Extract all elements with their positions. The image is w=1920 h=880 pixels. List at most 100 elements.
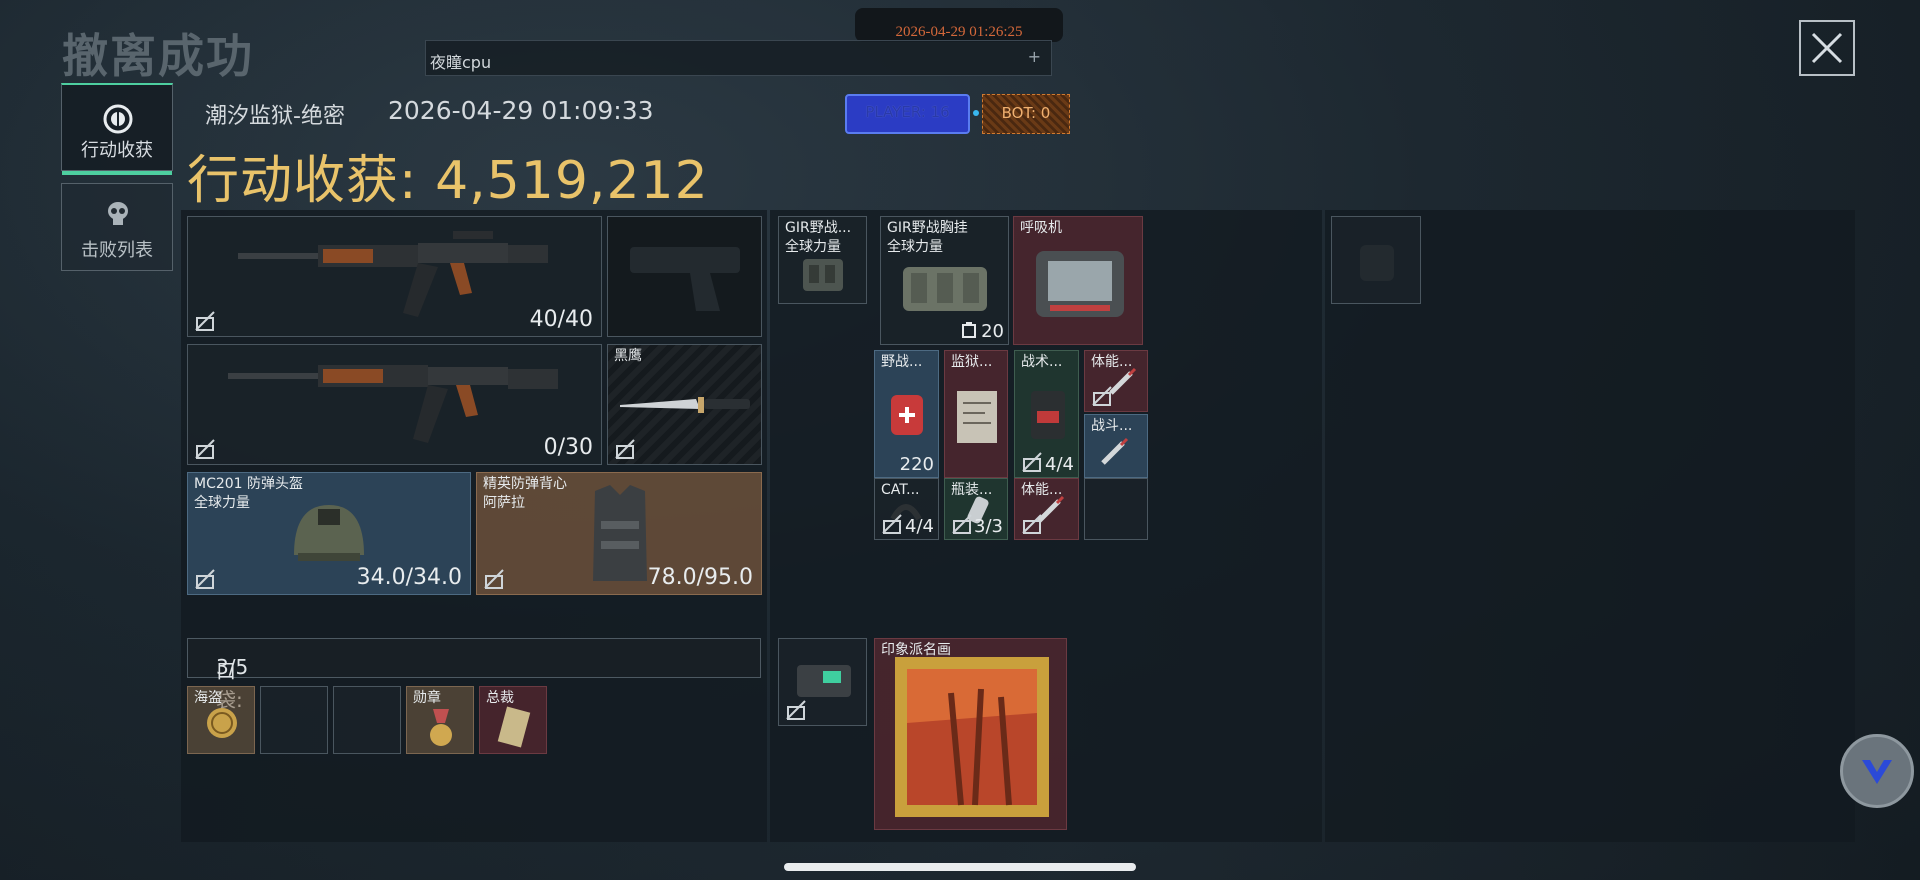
- harvest-label: 行动收获:: [187, 151, 418, 211]
- pocket-count: 3/5: [216, 655, 249, 679]
- unlocked-icon: [1022, 452, 1042, 472]
- active-indicator: [62, 171, 172, 175]
- helmet-slot[interactable]: MC201 防弹头盔 全球力量 34.0/34.0: [187, 472, 471, 595]
- pocket-item[interactable]: 总裁: [479, 686, 547, 754]
- player-count-badge: PLAYER: 16: [845, 94, 970, 134]
- respirator-name: 呼吸机: [1020, 220, 1062, 236]
- painting-slot[interactable]: 印象派名画: [874, 638, 1067, 830]
- chest-rig-name: GIR野战胸挂: [887, 220, 968, 236]
- bot-count-badge: BOT: 0: [982, 94, 1070, 134]
- capacity-icon: [962, 322, 976, 338]
- rig-cell[interactable]: CAT... 4/4: [874, 478, 939, 540]
- chest-rig-small-name: GIR野战...: [785, 220, 852, 236]
- rig-cell[interactable]: 战术... 4/4: [1014, 350, 1079, 478]
- page-title: 撤离成功: [62, 29, 254, 83]
- rig-cell-name: 监狱...: [951, 354, 993, 370]
- pocket-item[interactable]: 勋章: [406, 686, 474, 754]
- unlocked-icon: [1092, 386, 1112, 406]
- rig-cell[interactable]: 体能...: [1084, 350, 1148, 412]
- helmet-durability: 34.0/34.0: [356, 565, 462, 590]
- rig-cell[interactable]: 监狱...: [944, 350, 1008, 478]
- backpack-panel: [1325, 210, 1855, 842]
- melee-slot[interactable]: 黑鹰: [607, 344, 762, 465]
- rig-cell[interactable]: 瓶装... 3/3: [944, 478, 1008, 540]
- unlocked-icon: [1022, 514, 1042, 534]
- secure-container-slot[interactable]: [1331, 216, 1421, 304]
- unlocked-icon: [882, 514, 902, 534]
- pocket-empty-slot[interactable]: [333, 686, 401, 754]
- home-indicator[interactable]: [784, 863, 1136, 871]
- primary-weapon-slot[interactable]: 40/40: [187, 216, 602, 337]
- system-clock: 2026-04-29 01:26:25: [855, 8, 1063, 42]
- syringe-icon: [1101, 437, 1129, 465]
- v-logo-icon: [1862, 760, 1892, 784]
- unlocked-icon: [195, 311, 215, 331]
- unlocked-icon: [195, 569, 215, 589]
- knife-icon: [620, 397, 750, 413]
- rig-cell-name: 战斗...: [1091, 418, 1133, 434]
- close-icon: [1811, 32, 1843, 64]
- unlocked-icon: [786, 700, 806, 720]
- armor-origin: 阿萨拉: [483, 495, 525, 511]
- painting-icon: [895, 657, 1049, 817]
- unlocked-icon: [615, 439, 635, 459]
- tab-harvest-label: 行动收获: [81, 140, 153, 161]
- rifle-icon: [238, 231, 548, 317]
- search-value: 夜瞳cpu: [430, 53, 492, 72]
- armor-durability: 78.0/95.0: [647, 565, 753, 590]
- map-name: 潮汐监狱-绝密: [205, 104, 345, 129]
- tab-harvest[interactable]: 行动收获: [61, 83, 173, 175]
- pocket-header: 口袋: 3/5: [187, 638, 761, 712]
- pocket-item[interactable]: 海盗: [187, 686, 255, 754]
- vest-icon: [593, 485, 647, 581]
- pocket-item-name: 总裁: [486, 690, 514, 706]
- rig-cell[interactable]: 战斗...: [1084, 414, 1148, 478]
- pocket-item-name: 勋章: [413, 690, 441, 706]
- search-field[interactable]: 夜瞳cpu +: [425, 40, 1052, 76]
- helmet-name: MC201 防弹头盔: [194, 476, 304, 492]
- assistant-badge[interactable]: [1840, 734, 1914, 808]
- target-icon: [103, 104, 133, 134]
- chest-rig-slot[interactable]: GIR野战胸挂 全球力量 20: [880, 216, 1009, 345]
- chest-rig-icon: [803, 259, 843, 291]
- rig-empty-cell[interactable]: [1084, 478, 1148, 540]
- rig-cell-count: 220: [899, 454, 934, 475]
- rig-cell-name: 野战...: [881, 354, 923, 370]
- secondary-weapon-slot[interactable]: 0/30: [187, 344, 602, 465]
- respirator-slot[interactable]: 呼吸机: [1013, 216, 1143, 345]
- pocket-item-name: 海盗: [194, 690, 222, 706]
- armor-name: 精英防弹背心: [483, 476, 567, 492]
- first-aid-pouch-icon: [1031, 391, 1065, 439]
- skull-icon: [108, 202, 128, 225]
- chest-rig-capacity: 20: [981, 321, 1004, 342]
- plus-icon[interactable]: +: [1028, 47, 1041, 66]
- pistol-silhouette-icon: [630, 247, 740, 311]
- harvest-total: 行动收获: 4,519,212: [187, 138, 709, 213]
- chest-rig-small-slot[interactable]: GIR野战... 全球力量: [778, 216, 867, 304]
- unlocked-icon: [952, 514, 972, 534]
- backpack-slot[interactable]: [778, 638, 867, 726]
- connector-dot: [973, 110, 979, 116]
- armor-slot[interactable]: 精英防弹背心 阿萨拉 78.0/95.0: [476, 472, 762, 595]
- unlocked-icon: [484, 569, 504, 589]
- rig-cell[interactable]: 野战... 220: [874, 350, 939, 478]
- melee-name: 黑鹰: [614, 348, 642, 364]
- rig-cell[interactable]: 体能...: [1014, 478, 1079, 540]
- medkit-icon: [891, 395, 923, 435]
- respirator-icon: [1036, 251, 1124, 317]
- case-icon: [797, 665, 851, 697]
- close-button[interactable]: [1799, 20, 1855, 76]
- map-document-icon: [957, 391, 997, 443]
- tab-kill-list[interactable]: 击败列表: [61, 183, 173, 271]
- primary-ammo: 40/40: [529, 307, 593, 332]
- tab-kill-list-label: 击败列表: [81, 240, 153, 261]
- container-silhouette-icon: [1360, 245, 1394, 281]
- pocket-empty-slot[interactable]: [260, 686, 328, 754]
- document-icon: [497, 706, 531, 748]
- medal-icon: [430, 709, 452, 746]
- rig-cell-count: 4/4: [905, 516, 934, 537]
- pistol-slot[interactable]: [607, 216, 762, 337]
- chest-rig-icon: [903, 267, 987, 311]
- secondary-ammo: 0/30: [543, 435, 593, 460]
- raid-datetime: 2026-04-29 01:09:33: [388, 96, 654, 125]
